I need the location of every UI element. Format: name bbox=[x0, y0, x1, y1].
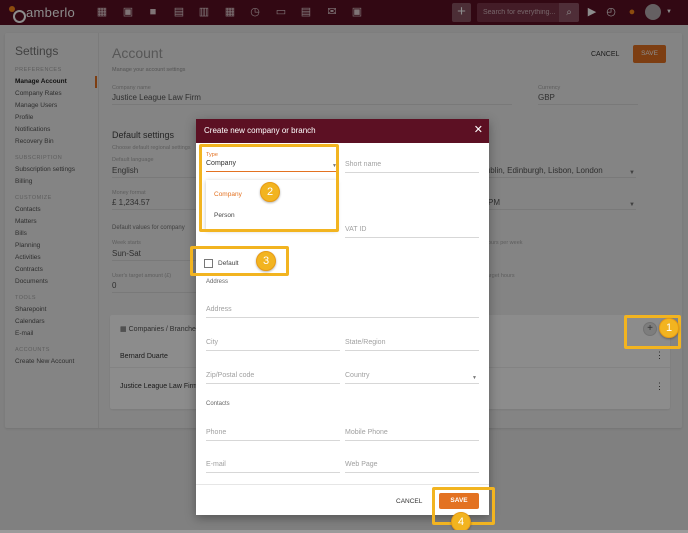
vat-id-field[interactable]: VAT ID bbox=[345, 226, 479, 238]
state-field[interactable]: State/Region bbox=[345, 339, 479, 351]
contacts-section-title: Contacts bbox=[206, 401, 230, 407]
country-select[interactable]: Country bbox=[345, 372, 479, 384]
city-field[interactable]: City bbox=[206, 339, 340, 351]
short-name-field[interactable]: Short name bbox=[345, 161, 479, 173]
callout-badge-1: 1 bbox=[659, 318, 679, 338]
phone-field[interactable]: Phone bbox=[206, 429, 340, 441]
address-field[interactable]: Address bbox=[206, 306, 479, 318]
web-page-field[interactable]: Web Page bbox=[345, 461, 479, 473]
callout-badge-4: 4 bbox=[451, 512, 471, 532]
callout-badge-2: 2 bbox=[260, 182, 280, 202]
email-field[interactable]: E-mail bbox=[206, 461, 340, 473]
dialog-cancel-button[interactable]: CANCEL bbox=[396, 498, 422, 505]
mobile-phone-field[interactable]: Mobile Phone bbox=[345, 429, 479, 441]
dialog-header: Create new company or branch ✕ bbox=[196, 119, 489, 143]
dialog-title: Create new company or branch bbox=[204, 126, 316, 135]
close-icon[interactable]: ✕ bbox=[474, 123, 483, 137]
zip-field[interactable]: Zip/Postal code bbox=[206, 372, 340, 384]
chevron-down-icon: ▼ bbox=[472, 375, 477, 381]
callout-badge-3: 3 bbox=[256, 251, 276, 271]
address-section-title: Address bbox=[206, 279, 229, 285]
